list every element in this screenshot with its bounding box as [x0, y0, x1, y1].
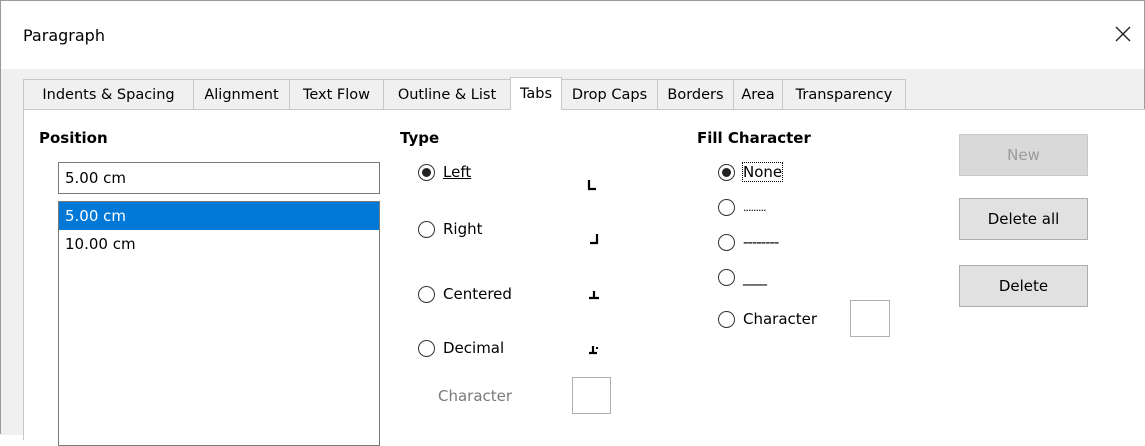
radio-unchecked-icon	[418, 220, 435, 238]
type-header: Type	[400, 129, 440, 147]
fill-underscore-radio[interactable]: ____	[718, 265, 767, 289]
fill-none-radio[interactable]: None	[718, 160, 784, 184]
type-right-label: Right	[443, 220, 483, 238]
type-right-radio[interactable]: Right	[418, 217, 483, 241]
new-button[interactable]: New	[959, 134, 1088, 176]
paragraph-dialog: Paragraph Indents & Spacing Alignment Te…	[0, 0, 1145, 446]
tab-left-icon	[587, 179, 601, 193]
tab-label: Indents & Spacing	[42, 87, 175, 103]
fill-character-label: Character	[743, 310, 818, 328]
radio-unchecked-icon	[418, 339, 435, 357]
list-item[interactable]: 10.00 cm	[59, 230, 379, 258]
radio-unchecked-icon	[718, 268, 735, 286]
type-left-radio[interactable]: Left	[418, 160, 471, 184]
type-decimal-radio[interactable]: Decimal	[418, 336, 504, 360]
list-item[interactable]: 5.00 cm	[59, 202, 379, 230]
tab-label: Alignment	[204, 87, 279, 103]
fill-dots-label: .........	[743, 200, 767, 214]
type-character-input[interactable]	[572, 377, 611, 414]
radio-unchecked-icon	[718, 233, 735, 251]
tab-label: Tabs	[519, 86, 553, 102]
position-header: Position	[39, 129, 108, 147]
fill-dashes-label: --------	[743, 233, 779, 251]
fill-underscore-label: ____	[743, 268, 767, 286]
type-centered-radio[interactable]: Centered	[418, 282, 512, 306]
type-decimal-label: Decimal	[443, 339, 505, 357]
tab-center-icon	[587, 288, 601, 302]
position-list[interactable]: 5.00 cm 10.00 cm	[58, 201, 380, 446]
tab-transparency[interactable]: Transparency	[782, 79, 906, 109]
fill-dots-radio[interactable]: .........	[718, 195, 767, 219]
radio-checked-icon	[418, 163, 435, 181]
radio-unchecked-icon	[418, 285, 435, 303]
tab-decimal-icon	[587, 343, 601, 357]
tab-borders[interactable]: Borders	[657, 79, 734, 109]
position-input[interactable]: 5.00 cm	[58, 162, 380, 194]
delete-all-button[interactable]: Delete all	[959, 198, 1088, 240]
tab-label: Borders	[667, 87, 724, 103]
close-icon[interactable]	[1109, 20, 1137, 48]
fill-none-label: None	[741, 162, 784, 182]
fill-character-header: Fill Character	[697, 129, 811, 147]
fill-character-radio[interactable]: Character	[718, 307, 817, 331]
tab-label: Text Flow	[302, 87, 371, 103]
dialog-title: Paragraph	[23, 26, 105, 45]
tab-indents-spacing[interactable]: Indents & Spacing	[23, 79, 194, 109]
dialog-content: Indents & Spacing Alignment Text Flow Ou…	[1, 69, 1145, 446]
tab-alignment[interactable]: Alignment	[193, 79, 290, 109]
radio-checked-icon	[718, 163, 735, 181]
tab-label: Drop Caps	[571, 87, 648, 103]
tab-text-flow[interactable]: Text Flow	[289, 79, 384, 109]
tab-area[interactable]: Area	[733, 79, 783, 109]
delete-button[interactable]: Delete	[959, 265, 1088, 307]
type-left-label: Left	[443, 163, 472, 181]
tab-label: Outline & List	[397, 87, 497, 103]
tab-tabs[interactable]: Tabs	[510, 77, 562, 110]
tab-right-icon	[587, 233, 601, 247]
tab-label: Area	[741, 87, 775, 103]
tab-outline-list[interactable]: Outline & List	[383, 79, 511, 109]
tab-drop-caps[interactable]: Drop Caps	[561, 79, 658, 109]
radio-unchecked-icon	[718, 310, 735, 328]
radio-unchecked-icon	[718, 198, 735, 216]
fill-dashes-radio[interactable]: --------	[718, 230, 779, 254]
tab-label: Transparency	[795, 87, 893, 103]
fill-character-input[interactable]	[850, 300, 890, 337]
title-bar: Paragraph	[1, 1, 1144, 69]
type-centered-label: Centered	[443, 285, 512, 303]
type-character-label: Character	[438, 387, 513, 405]
tabs-panel: Position 5.00 cm 5.00 cm 10.00 cm Type L…	[23, 109, 1145, 446]
